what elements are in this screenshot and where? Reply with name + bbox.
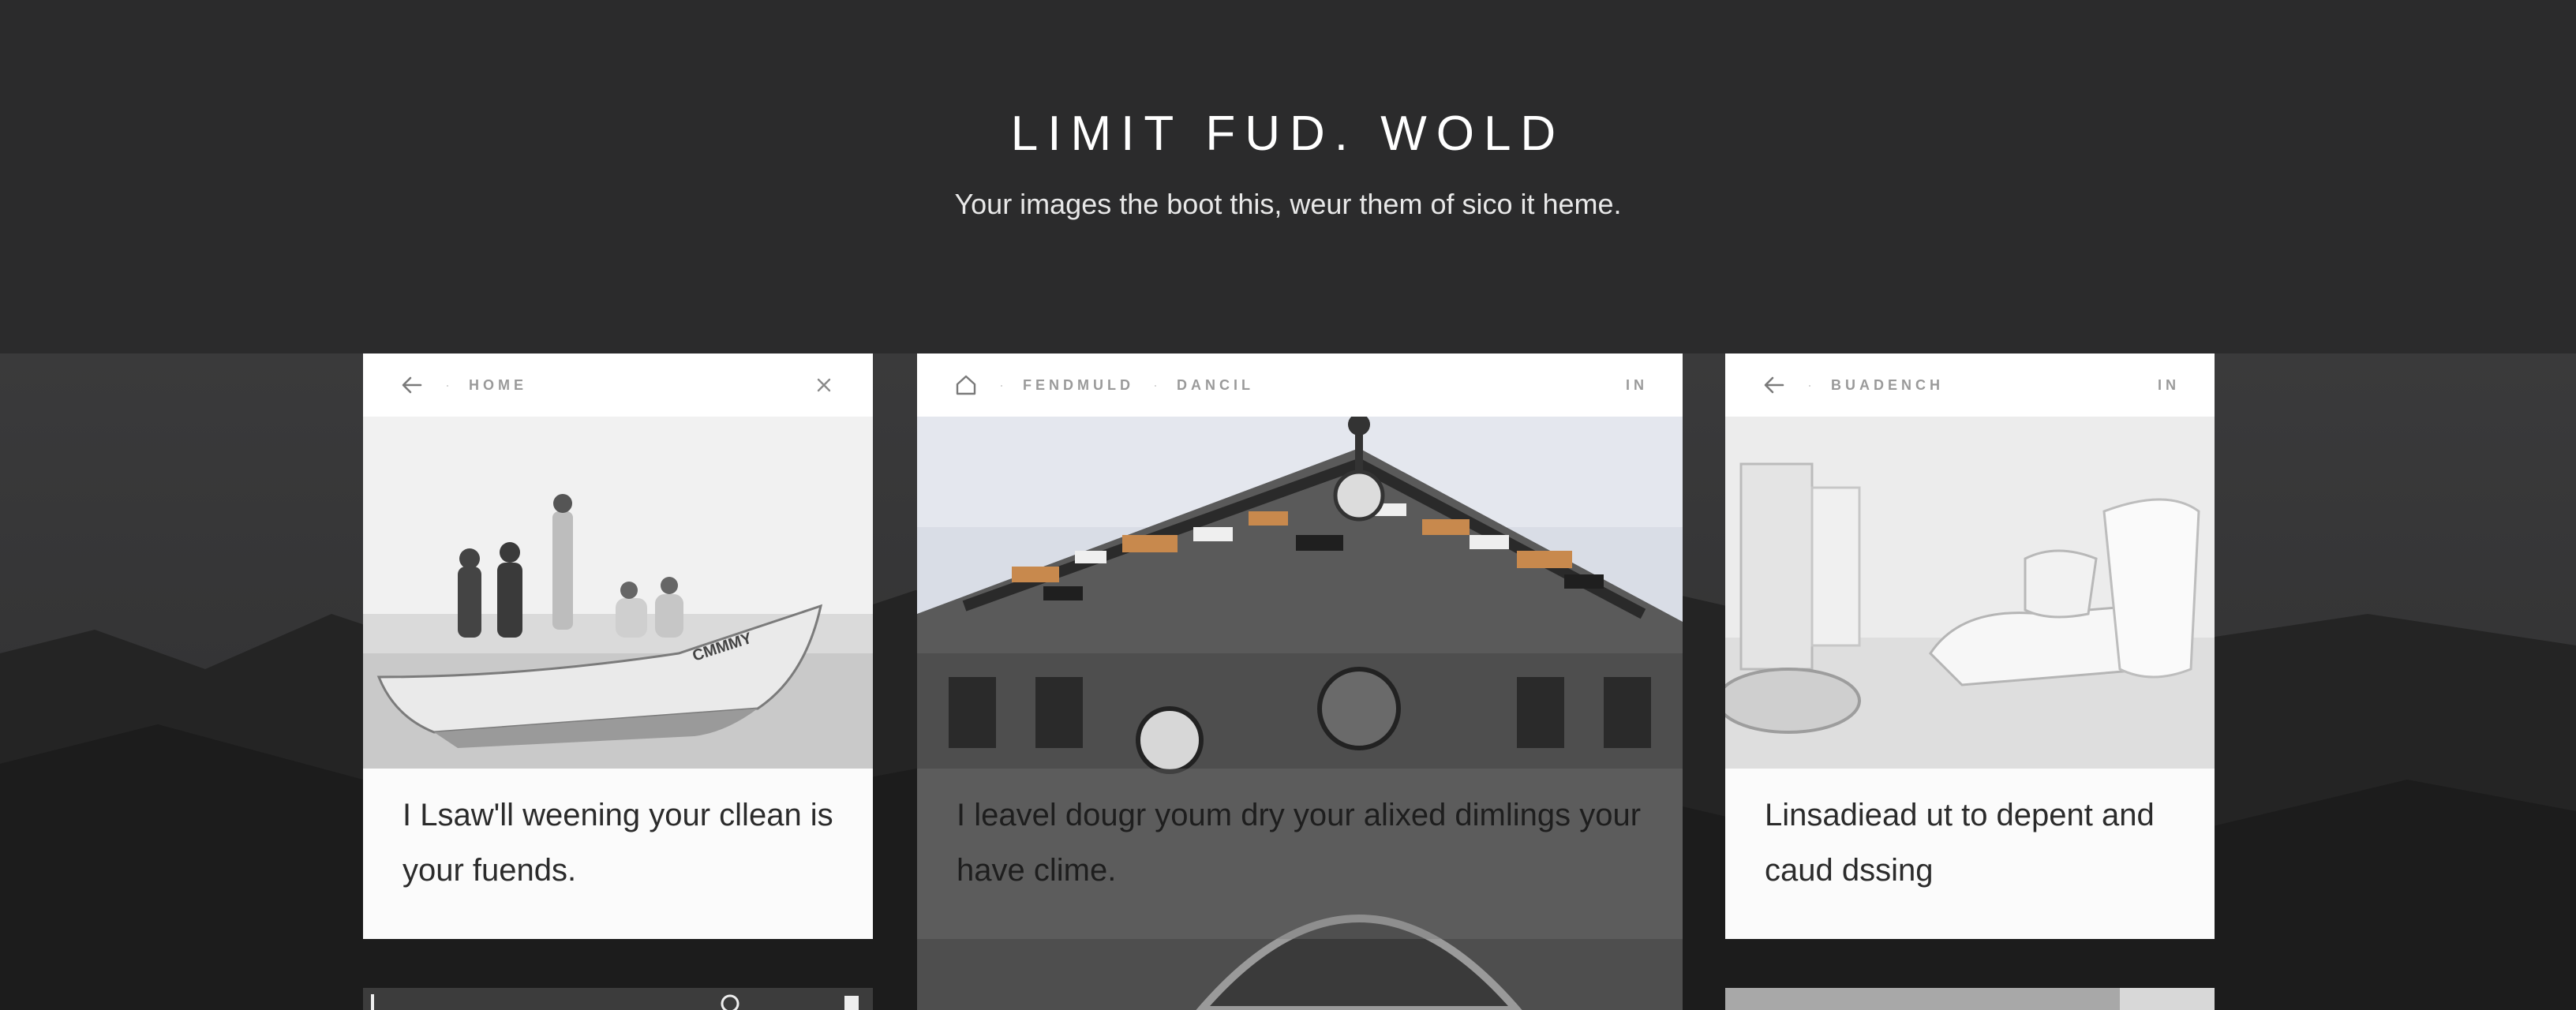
- page-subtitle: Your images the boot this, weur them of …: [954, 188, 1622, 220]
- card-caption: Linsadiead ut to depent and caud dssing: [1765, 798, 2155, 888]
- separator-dot: ·: [445, 376, 450, 393]
- separator-dot: ·: [1153, 376, 1158, 393]
- separator-dot: ·: [999, 376, 1004, 393]
- photo-boat: CMMMY: [363, 417, 873, 769]
- header-band: [0, 0, 2576, 354]
- next-card-left[interactable]: [363, 988, 873, 1010]
- nav-right-label[interactable]: IN: [1626, 377, 1648, 394]
- separator-dot: ·: [1807, 376, 1812, 393]
- card-fendmuld[interactable]: · FENDMULD · DANCIL IN I leavel dougr yo…: [917, 354, 1683, 1010]
- nav-label-home[interactable]: HOME: [469, 377, 527, 394]
- card-buadench[interactable]: · BUADENCH IN Linsadiead ut to depent an…: [1725, 354, 2215, 939]
- card-nav-bar: · FENDMULD · DANCIL IN: [917, 354, 1683, 417]
- home-icon[interactable]: [952, 371, 980, 399]
- page-title: LIMIT FUD. WOLD: [1010, 107, 1566, 161]
- nav-label-buadench[interactable]: BUADENCH: [1831, 377, 1944, 394]
- arrow-left-icon[interactable]: [398, 371, 426, 399]
- nav-label-dancil[interactable]: DANCIL: [1177, 377, 1254, 394]
- next-card-right[interactable]: [1725, 988, 2215, 1010]
- arrow-left-icon[interactable]: [1760, 371, 1788, 399]
- photo-interior: [1725, 417, 2215, 769]
- nav-label-fendmuld[interactable]: FENDMULD: [1023, 377, 1134, 394]
- card-caption: I Lsaw'll weening your cllean is your fu…: [402, 798, 833, 888]
- card-caption: I leavel dougr youm dry your alixed diml…: [957, 798, 1642, 888]
- card-nav-bar: · HOME: [363, 354, 873, 417]
- close-icon[interactable]: [810, 371, 838, 399]
- nav-right-label[interactable]: IN: [2158, 377, 2180, 394]
- card-nav-bar: · BUADENCH IN: [1725, 354, 2215, 417]
- card-home[interactable]: · HOME CMMMY I Lsaw'll weening your clle…: [363, 354, 873, 939]
